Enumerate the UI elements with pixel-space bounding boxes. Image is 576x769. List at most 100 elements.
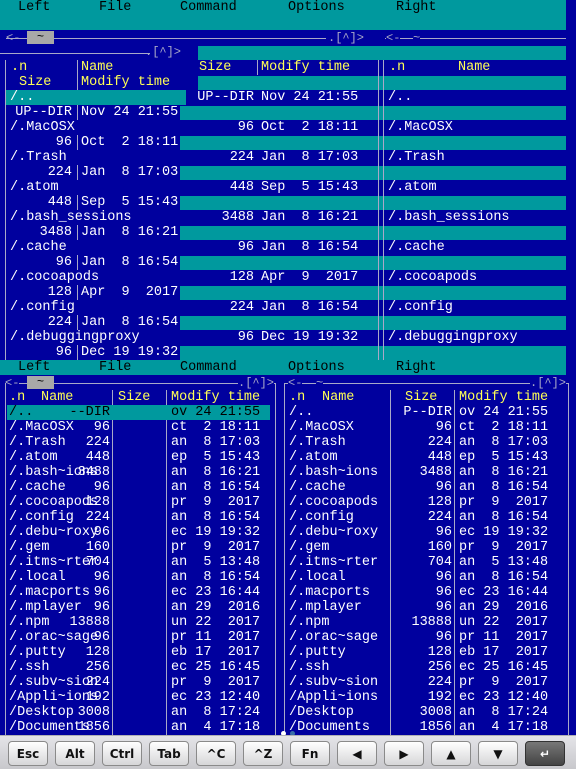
header-size[interactable]: Size: [405, 390, 437, 405]
file-row[interactable]: /.config 224 an 8 16:54: [285, 510, 568, 525]
ctrl-key[interactable]: Ctrl: [102, 741, 142, 766]
left-arrow-key[interactable]: ◀: [337, 741, 377, 766]
file-row[interactable]: /Desktop 3008 an 8 17:24: [7, 705, 270, 720]
header-mtime[interactable]: Modify time: [459, 390, 548, 405]
menu-right[interactable]: Right: [396, 360, 437, 375]
file-row[interactable]: /.orac~sage 96 pr 11 2017: [7, 630, 270, 645]
history-indicator[interactable]: .[^]>: [530, 377, 567, 389]
header-name-right[interactable]: Name: [458, 60, 490, 75]
back-arrow[interactable]: <-: [6, 32, 20, 44]
file-row[interactable]: /.atom 448 ep 5 15:43: [285, 450, 568, 465]
up-arrow-key[interactable]: ▲: [431, 741, 471, 766]
header-size[interactable]: Size: [199, 60, 231, 75]
history-indicator[interactable]: .[^]>: [328, 32, 365, 44]
history-indicator[interactable]: .[^]>: [238, 377, 275, 389]
file-row[interactable]: /.Trash 224 an 8 17:03: [7, 435, 270, 450]
alt-key[interactable]: Alt: [55, 741, 95, 766]
history-indicator[interactable]: .[^]>: [145, 46, 181, 58]
header-name[interactable]: Name: [81, 60, 113, 75]
file-row[interactable]: /Desktop 3008 an 8 17:24: [285, 705, 568, 720]
file-row[interactable]: /.cache 96 an 8 16:54: [7, 480, 270, 495]
menu-file[interactable]: File: [99, 0, 131, 15]
file-row[interactable]: /.macports 96 ec 23 16:44: [7, 585, 270, 600]
file-row[interactable]: /.bash~ions 3488 an 8 16:21: [7, 465, 270, 480]
file-row[interactable]: /.subv~sion 224 pr 9 2017: [285, 675, 568, 690]
menu-left[interactable]: Left: [18, 360, 50, 375]
file-row[interactable]: /.ssh 256 ec 25 16:45: [7, 660, 270, 675]
file-row[interactable]: /.. P--DIR ov 24 21:55: [285, 405, 568, 420]
file-row[interactable]: /.debu~roxy 96 ec 19 19:32: [285, 525, 568, 540]
header-mtime[interactable]: Modify time: [261, 60, 350, 75]
file-row[interactable]: /Appli~ions 192 ec 23 12:40: [285, 690, 568, 705]
glitch-strip: [180, 166, 566, 180]
menu-options[interactable]: Options: [288, 360, 345, 375]
left-path-tab[interactable]: ~: [27, 31, 54, 44]
menu-command[interactable]: Command: [180, 0, 237, 15]
separator: [5, 60, 6, 360]
file-row[interactable]: /.MacOSX 96 ct 2 18:11: [285, 420, 568, 435]
file-row[interactable]: /.atom 448 Sep 5 15:43 /.atom: [0, 180, 576, 195]
file-row[interactable]: /.ssh 256 ec 25 16:45: [285, 660, 568, 675]
file-row[interactable]: /.Trash 224 Jan 8 17:03 /.Trash: [0, 150, 576, 165]
file-row[interactable]: /.cocoapods 128 pr 9 2017: [285, 495, 568, 510]
file-row[interactable]: /.bash_sessions 3488 Jan 8 16:21 /.bash_ses…: [0, 210, 576, 225]
separator: [383, 60, 384, 360]
file-row[interactable]: /.bash~ions 3488 an 8 16:21: [285, 465, 568, 480]
file-row[interactable]: /.atom 448 ep 5 15:43: [7, 450, 270, 465]
file-row[interactable]: /.putty 128 eb 17 2017: [7, 645, 270, 660]
header-mtime[interactable]: Modify time: [81, 75, 170, 90]
file-row[interactable]: /.Trash 224 an 8 17:03: [285, 435, 568, 450]
fn-key[interactable]: Fn: [290, 741, 330, 766]
menu-options[interactable]: Options: [288, 0, 345, 15]
tab-key[interactable]: Tab: [149, 741, 189, 766]
back-arrow[interactable]: <-: [5, 377, 20, 389]
down-arrow-key[interactable]: ▼: [478, 741, 518, 766]
file-row[interactable]: /.subv~sion 224 pr 9 2017: [7, 675, 270, 690]
header-n[interactable]: .n: [289, 390, 305, 405]
file-row[interactable]: /.cocoapods 128 pr 9 2017: [7, 495, 270, 510]
file-row[interactable]: /.putty 128 eb 17 2017: [285, 645, 568, 660]
header-n-right[interactable]: .n: [389, 60, 405, 75]
file-row[interactable]: /Appli~ions 192 ec 23 12:40: [7, 690, 270, 705]
header-size[interactable]: Size: [19, 75, 51, 90]
file-row[interactable]: /.. UP--DIR Nov 24 21:55/..: [0, 90, 576, 105]
file-row[interactable]: /.debu~roxy 96 ec 19 19:32: [7, 525, 270, 540]
return-key[interactable]: ↵: [525, 741, 565, 766]
file-row[interactable]: /.orac~sage 96 pr 11 2017: [285, 630, 568, 645]
file-row[interactable]: /.MacOSX 96 Oct 2 18:11 /.MacOSX: [0, 120, 576, 135]
header-name[interactable]: Name: [322, 390, 354, 405]
file-row[interactable]: /.local 96 an 8 16:54: [7, 570, 270, 585]
menu-command[interactable]: Command: [180, 360, 237, 375]
file-row[interactable]: /Documents 1856 an 4 17:18: [285, 720, 568, 735]
header-n[interactable]: .n: [11, 60, 27, 75]
file-row[interactable]: /.cocoapods 128 Apr 9 2017 /.cocoapods: [0, 270, 576, 285]
file-row[interactable]: /.npm 13888 un 22 2017: [285, 615, 568, 630]
file-row[interactable]: /.. --DIR ov 24 21:55: [7, 405, 270, 420]
menu-left[interactable]: Left: [18, 0, 50, 15]
ctrl-z-key[interactable]: ^Z: [243, 741, 283, 766]
right-arrow-key[interactable]: ▶: [384, 741, 424, 766]
file-row[interactable]: /.debuggingproxy 96 Dec 19 19:32 /.debuggin…: [0, 330, 576, 345]
file-row[interactable]: /.config 224 Jan 8 16:54 /.config: [0, 300, 576, 315]
file-row[interactable]: /.config 224 an 8 16:54: [7, 510, 270, 525]
file-row[interactable]: /.gem 160 pr 9 2017: [285, 540, 568, 555]
ctrl-c-key[interactable]: ^C: [196, 741, 236, 766]
file-row[interactable]: /.itms~rter 704 an 5 13:48: [7, 555, 270, 570]
file-row[interactable]: /.itms~rter 704 an 5 13:48: [285, 555, 568, 570]
file-row[interactable]: /.npm 13888 un 22 2017: [7, 615, 270, 630]
file-row[interactable]: /.cache 96 Jan 8 16:54 /.cache: [0, 240, 576, 255]
esc-key[interactable]: Esc: [8, 741, 48, 766]
file-row[interactable]: /.mplayer 96 an 29 2016: [285, 600, 568, 615]
menu-file[interactable]: File: [99, 360, 131, 375]
back-arrow[interactable]: <-: [288, 377, 303, 389]
file-row[interactable]: /.gem 160 pr 9 2017: [7, 540, 270, 555]
file-row[interactable]: /Documents 1856 an 4 17:18: [7, 720, 270, 735]
file-row[interactable]: /.mplayer 96 an 29 2016: [7, 600, 270, 615]
left-path-tab[interactable]: ~: [27, 376, 54, 389]
file-row[interactable]: /.macports 96 ec 23 16:44: [285, 585, 568, 600]
file-row[interactable]: /.MacOSX 96 ct 2 18:11: [7, 420, 270, 435]
menu-right[interactable]: Right: [396, 0, 437, 15]
back-arrow[interactable]: <-: [386, 32, 401, 44]
file-row[interactable]: /.cache 96 an 8 16:54: [285, 480, 568, 495]
file-row[interactable]: /.local 96 an 8 16:54: [285, 570, 568, 585]
